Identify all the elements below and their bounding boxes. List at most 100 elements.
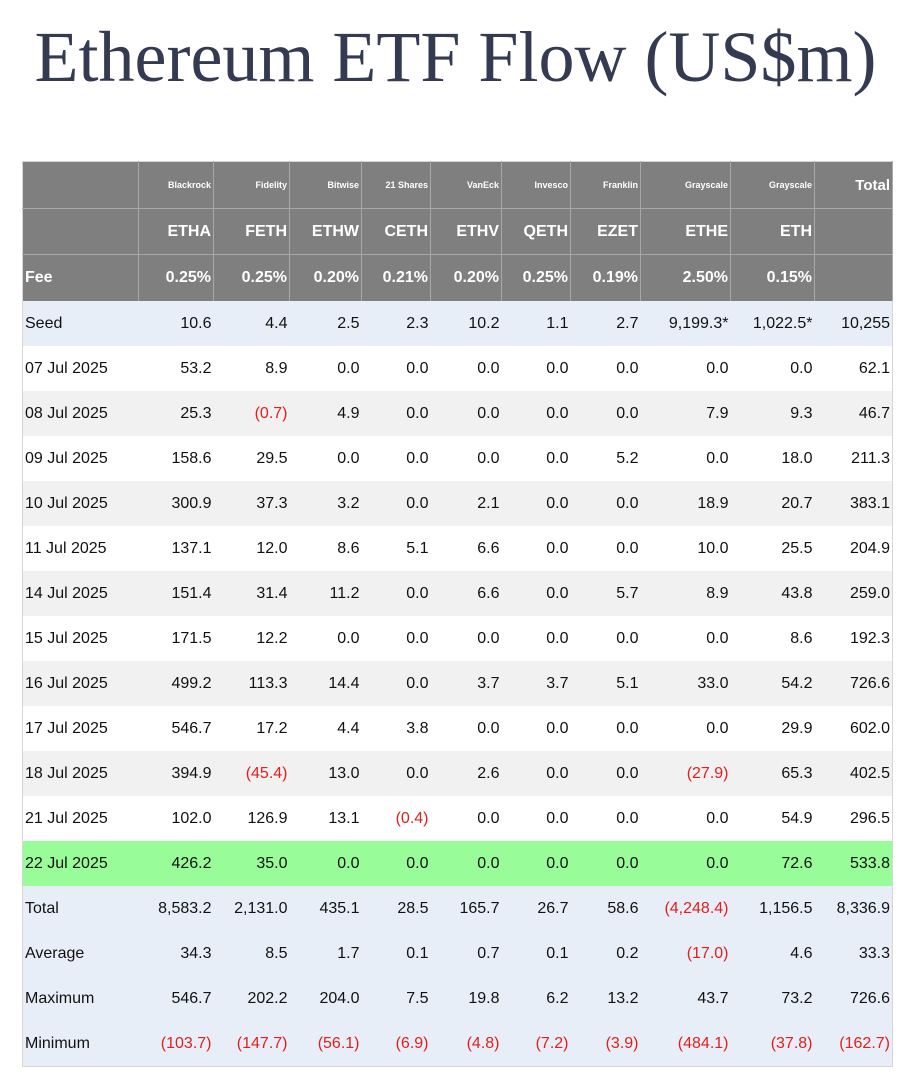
value-cell: 165.7 [430, 886, 502, 931]
value-cell: 151.4 [138, 571, 214, 616]
fee-header-row: Fee 0.25% 0.25% 0.20% 0.21% 0.20% 0.25% 0.19% 2… [22, 254, 893, 301]
value-cell: 0.0 [640, 436, 731, 481]
etf-flow-table: Blackrock Fidelity Bitwise 21 Shares VanEck I… [22, 161, 893, 1067]
value-cell: 602.0 [814, 706, 893, 751]
value-cell: 6.6 [430, 526, 502, 571]
value-cell: 0.0 [361, 616, 431, 661]
value-cell: 10.0 [640, 526, 731, 571]
row-label: Average [22, 931, 139, 976]
header-corner-cell [22, 208, 139, 255]
row-label: 15 Jul 2025 [22, 616, 139, 661]
value-cell: 5.1 [570, 661, 641, 706]
value-cell: 0.0 [501, 751, 571, 796]
value-cell: 29.5 [213, 436, 290, 481]
table-row: Total 8,583.2 2,131.0 435.1 28.5 165.7 26.7 58.… [22, 886, 893, 931]
table-row: Average 34.3 8.5 1.7 0.1 0.7 0.1 0.2 (17.0) 4.6 33… [22, 931, 893, 976]
value-cell: 0.0 [501, 796, 571, 841]
fee-value: 0.20% [430, 254, 502, 301]
value-cell: 6.2 [501, 976, 571, 1021]
row-label: 07 Jul 2025 [22, 346, 139, 391]
value-cell: 0.0 [640, 841, 731, 886]
fee-value: 0.20% [289, 254, 362, 301]
negative-value-cell: (56.1) [289, 1021, 362, 1067]
value-cell: 33.0 [640, 661, 731, 706]
ticker-symbol: ETHW [289, 208, 362, 255]
value-cell: 0.0 [361, 571, 431, 616]
value-cell: 73.2 [730, 976, 815, 1021]
value-cell: 546.7 [138, 706, 214, 751]
value-cell: 1,022.5* [730, 301, 815, 346]
value-cell: 0.0 [361, 841, 431, 886]
value-cell: 11.2 [289, 571, 362, 616]
value-cell: 426.2 [138, 841, 214, 886]
fee-label: Fee [22, 254, 139, 301]
value-cell: 402.5 [814, 751, 893, 796]
value-cell: 435.1 [289, 886, 362, 931]
value-cell: 9,199.3* [640, 301, 731, 346]
value-cell: 13.0 [289, 751, 362, 796]
value-cell: 296.5 [814, 796, 893, 841]
value-cell: 1,156.5 [730, 886, 815, 931]
value-cell: 0.0 [289, 616, 362, 661]
value-cell: 3.7 [501, 661, 571, 706]
ticker-symbol: ETH [730, 208, 815, 255]
value-cell: 6.6 [430, 571, 502, 616]
value-cell: 1.7 [289, 931, 362, 976]
value-cell: 0.0 [501, 571, 571, 616]
value-cell: 0.0 [361, 436, 431, 481]
value-cell: 204.0 [289, 976, 362, 1021]
value-cell: 0.0 [430, 346, 502, 391]
value-cell: 0.0 [361, 391, 431, 436]
value-cell: 0.0 [430, 706, 502, 751]
value-cell: 12.2 [213, 616, 290, 661]
value-cell: 0.0 [570, 751, 641, 796]
value-cell: 137.1 [138, 526, 214, 571]
value-cell: 0.0 [430, 796, 502, 841]
value-cell: 0.0 [570, 346, 641, 391]
value-cell: 0.0 [730, 346, 815, 391]
value-cell: 2.7 [570, 301, 641, 346]
value-cell: 0.0 [430, 391, 502, 436]
row-label: 22 Jul 2025 [22, 841, 139, 886]
value-cell: 25.5 [730, 526, 815, 571]
value-cell: 126.9 [213, 796, 290, 841]
fee-value: 0.15% [730, 254, 815, 301]
value-cell: 0.0 [570, 616, 641, 661]
value-cell: 0.1 [361, 931, 431, 976]
value-cell: 0.0 [430, 436, 502, 481]
ticker-symbol: ETHE [640, 208, 731, 255]
issuer-name: VanEck [430, 161, 502, 209]
value-cell: 0.0 [361, 751, 431, 796]
fee-value: 0.21% [361, 254, 431, 301]
value-cell: 10.6 [138, 301, 214, 346]
value-cell: 0.1 [501, 931, 571, 976]
total-column-fee-blank [814, 254, 893, 301]
value-cell: 102.0 [138, 796, 214, 841]
table-body: Blackrock Fidelity Bitwise 21 Shares VanEck I… [22, 161, 893, 1067]
issuer-name: Invesco [501, 161, 571, 209]
value-cell: 202.2 [213, 976, 290, 1021]
value-cell: 19.8 [430, 976, 502, 1021]
value-cell: 18.0 [730, 436, 815, 481]
value-cell: 211.3 [814, 436, 893, 481]
row-label: 21 Jul 2025 [22, 796, 139, 841]
value-cell: 383.1 [814, 481, 893, 526]
value-cell: 26.7 [501, 886, 571, 931]
ticker-symbol: QETH [501, 208, 571, 255]
row-label: 10 Jul 2025 [22, 481, 139, 526]
value-cell: 43.8 [730, 571, 815, 616]
value-cell: 4.4 [289, 706, 362, 751]
value-cell: 10,255 [814, 301, 893, 346]
table-row: Minimum (103.7) (147.7) (56.1) (6.9) (4.8) (7.… [22, 1021, 893, 1067]
value-cell: 0.0 [501, 706, 571, 751]
value-cell: 499.2 [138, 661, 214, 706]
value-cell: 7.5 [361, 976, 431, 1021]
value-cell: 726.6 [814, 661, 893, 706]
negative-value-cell: (37.8) [730, 1021, 815, 1067]
value-cell: 0.0 [640, 796, 731, 841]
value-cell: 0.7 [430, 931, 502, 976]
value-cell: 31.4 [213, 571, 290, 616]
negative-value-cell: (3.9) [570, 1021, 641, 1067]
value-cell: 546.7 [138, 976, 214, 1021]
row-label: 11 Jul 2025 [22, 526, 139, 571]
